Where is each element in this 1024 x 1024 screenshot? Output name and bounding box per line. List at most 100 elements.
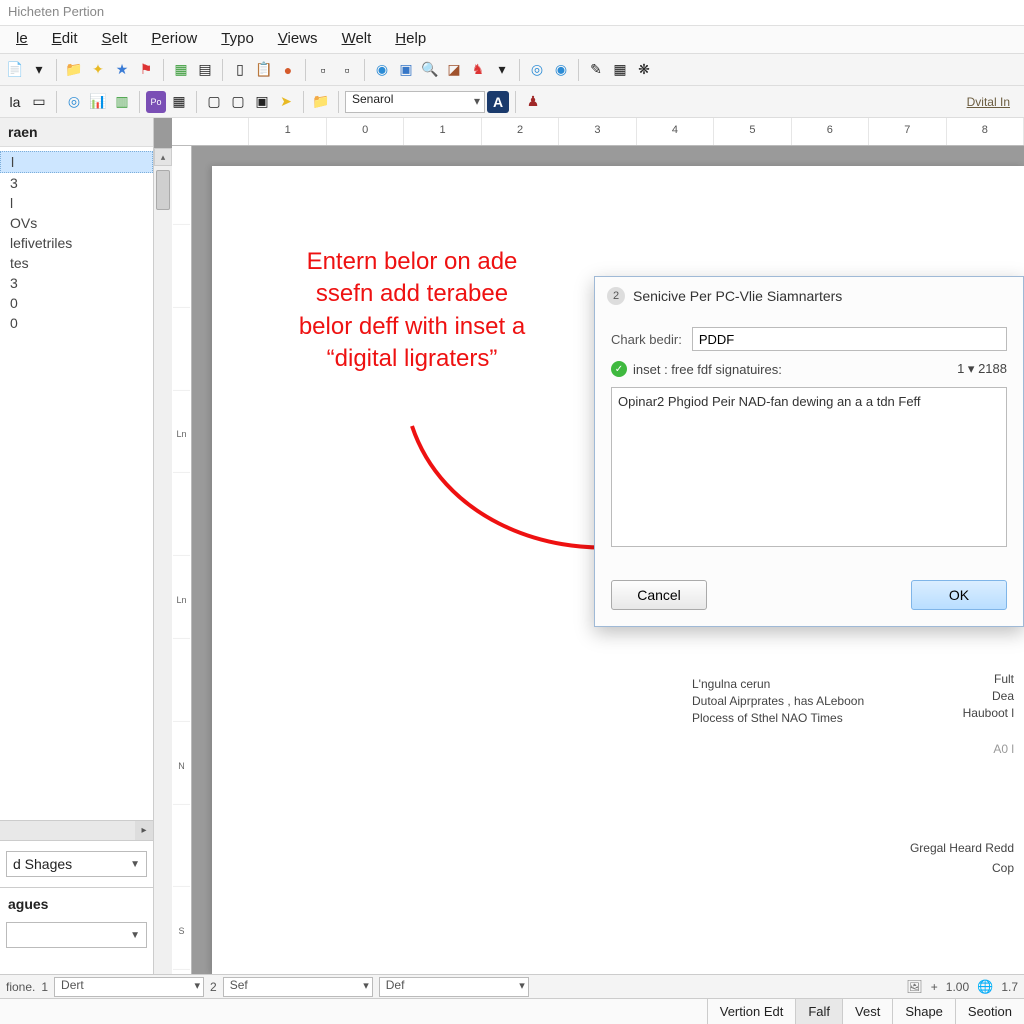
- panel-icon[interactable]: ▥: [111, 91, 133, 113]
- main-area: raen l 3 l OVs lefivetriles tes 3 0 0 ▸ …: [0, 118, 1024, 974]
- scroll-right-icon[interactable]: ▸: [135, 821, 153, 840]
- grid2-icon[interactable]: ▦: [609, 59, 631, 81]
- palette-icon[interactable]: ❋: [633, 59, 655, 81]
- grid-icon[interactable]: ▦: [170, 59, 192, 81]
- tab-seotion[interactable]: Seotion: [955, 999, 1024, 1024]
- menu-typo[interactable]: Typo: [209, 26, 266, 53]
- vertical-scrollbar[interactable]: ▴: [154, 148, 172, 974]
- cloud-icon[interactable]: ◉: [550, 59, 572, 81]
- swatch-icon[interactable]: ◪: [443, 59, 465, 81]
- combo-sef[interactable]: Sef: [223, 977, 373, 997]
- tab-vertion-edt[interactable]: Vertion Edt: [707, 999, 796, 1024]
- combo-dert[interactable]: Dert: [54, 977, 204, 997]
- sidebar-hscroll[interactable]: ▸: [0, 820, 153, 840]
- star-icon[interactable]: ✦: [87, 59, 109, 81]
- box3-icon[interactable]: ▣: [251, 91, 273, 113]
- dialog-title-bar: 2 Senicive Per PC-Vlie Siamnarters: [595, 277, 1023, 315]
- text-a-icon[interactable]: A: [487, 91, 509, 113]
- pages-label: agues: [0, 887, 153, 916]
- list-item[interactable]: OVs: [0, 213, 153, 233]
- ruler-tick: 5: [714, 118, 791, 145]
- ruler-tick: [173, 481, 190, 556]
- folder2-icon[interactable]: 📁: [310, 91, 332, 113]
- list-item[interactable]: 0: [0, 313, 153, 333]
- bookmark-icon[interactable]: ★: [111, 59, 133, 81]
- link-icon[interactable]: ♞: [467, 59, 489, 81]
- zoom-plus-icon[interactable]: +: [931, 980, 938, 994]
- dropdown-icon[interactable]: ▾: [491, 59, 513, 81]
- doc-icon[interactable]: 📄: [4, 59, 26, 81]
- separator: [305, 59, 306, 81]
- menu-periow[interactable]: Periow: [139, 26, 209, 53]
- person-icon[interactable]: ♟: [522, 91, 544, 113]
- menu-views[interactable]: Views: [266, 26, 330, 53]
- page-badge-icon[interactable]: 📋: [253, 59, 275, 81]
- wand-icon[interactable]: ✎: [585, 59, 607, 81]
- badge-icon[interactable]: Po: [146, 91, 166, 113]
- scroll-up-icon[interactable]: ▴: [154, 148, 172, 166]
- separator: [139, 91, 140, 113]
- ruler-tick: 8: [947, 118, 1024, 145]
- list-item[interactable]: lefivetriles: [0, 233, 153, 253]
- box2-icon[interactable]: ▢: [227, 91, 249, 113]
- globe-small-icon[interactable]: 🌐: [977, 979, 993, 995]
- ruler-tick: 1: [249, 118, 326, 145]
- separator: [578, 59, 579, 81]
- text-icon[interactable]: la: [4, 91, 26, 113]
- style-combo[interactable]: Senarol: [345, 91, 485, 113]
- ruler-tick: [173, 647, 190, 722]
- menu-edit[interactable]: Edit: [40, 26, 90, 53]
- folder-icon[interactable]: 📁: [63, 59, 85, 81]
- dashed-box-icon[interactable]: ▫: [312, 59, 334, 81]
- toolbar-1: 📄 ▾ 📁 ✦ ★ ⚑ ▦ ▤ ▯ 📋 ● ▫ ▫ ◉ ▣ 🔍 ◪ ♞ ▾ ◎ …: [0, 54, 1024, 86]
- calc-icon[interactable]: ▦: [168, 91, 190, 113]
- scroll-thumb[interactable]: [156, 170, 170, 210]
- ok-button[interactable]: OK: [911, 580, 1007, 610]
- dropdown-arrow-icon[interactable]: ▾: [28, 59, 50, 81]
- shapes-dropdown[interactable]: d Shages: [6, 851, 147, 877]
- box1-icon[interactable]: ▢: [203, 91, 225, 113]
- scroll-track[interactable]: [154, 212, 172, 974]
- dashed-box2-icon[interactable]: ▫: [336, 59, 358, 81]
- scroll-track[interactable]: [0, 821, 135, 840]
- menu-welt[interactable]: Welt: [330, 26, 384, 53]
- circle-icon[interactable]: ●: [277, 59, 299, 81]
- menu-selt[interactable]: Selt: [90, 26, 140, 53]
- tab-falf[interactable]: Falf: [795, 999, 842, 1024]
- chark-bedir-input[interactable]: [692, 327, 1007, 351]
- cursor-icon[interactable]: ➤: [275, 91, 297, 113]
- list-item[interactable]: tes: [0, 253, 153, 273]
- chart-icon[interactable]: 📊: [87, 91, 109, 113]
- ruler-tick: [172, 118, 249, 145]
- list-item[interactable]: 3: [0, 273, 153, 293]
- tab-shape[interactable]: Shape: [892, 999, 955, 1024]
- horizontal-ruler: 1 0 1 2 3 4 5 6 7 8: [172, 118, 1024, 146]
- menu-le[interactable]: le: [4, 26, 40, 53]
- description-textarea[interactable]: Opinar2 Phgiod Peir NAD-fan dewing an a …: [611, 387, 1007, 547]
- page-icon[interactable]: ▯: [229, 59, 251, 81]
- tab-vest[interactable]: Vest: [842, 999, 892, 1024]
- ruler-tick: [173, 813, 190, 888]
- list-item[interactable]: 0: [0, 293, 153, 313]
- pages-dropdown[interactable]: [6, 922, 147, 948]
- document-page[interactable]: Entern belor on ade ssefn add terabee be…: [212, 166, 1024, 974]
- cancel-button[interactable]: Cancel: [611, 580, 707, 610]
- menu-help[interactable]: Help: [383, 26, 438, 53]
- refresh-icon[interactable]: ◉: [371, 59, 393, 81]
- right-link[interactable]: Dvital In: [967, 95, 1020, 109]
- window-icon[interactable]: ▭: [28, 91, 50, 113]
- zoom-value: 1.00: [946, 980, 969, 994]
- window-title: Hicheten Pertion: [8, 4, 104, 19]
- layers-icon[interactable]: ▣: [395, 59, 417, 81]
- ruler-tick: [173, 233, 190, 308]
- globe-icon[interactable]: ◎: [526, 59, 548, 81]
- combo-def[interactable]: Def: [379, 977, 529, 997]
- zoom-icon[interactable]: 🔍: [419, 59, 441, 81]
- list-item[interactable]: 3: [0, 173, 153, 193]
- target-icon[interactable]: ◎: [63, 91, 85, 113]
- table-icon[interactable]: ▤: [194, 59, 216, 81]
- list-item[interactable]: l: [0, 151, 153, 173]
- image-icon[interactable]: 🖼: [906, 979, 923, 995]
- flag-icon[interactable]: ⚑: [135, 59, 157, 81]
- list-item[interactable]: l: [0, 193, 153, 213]
